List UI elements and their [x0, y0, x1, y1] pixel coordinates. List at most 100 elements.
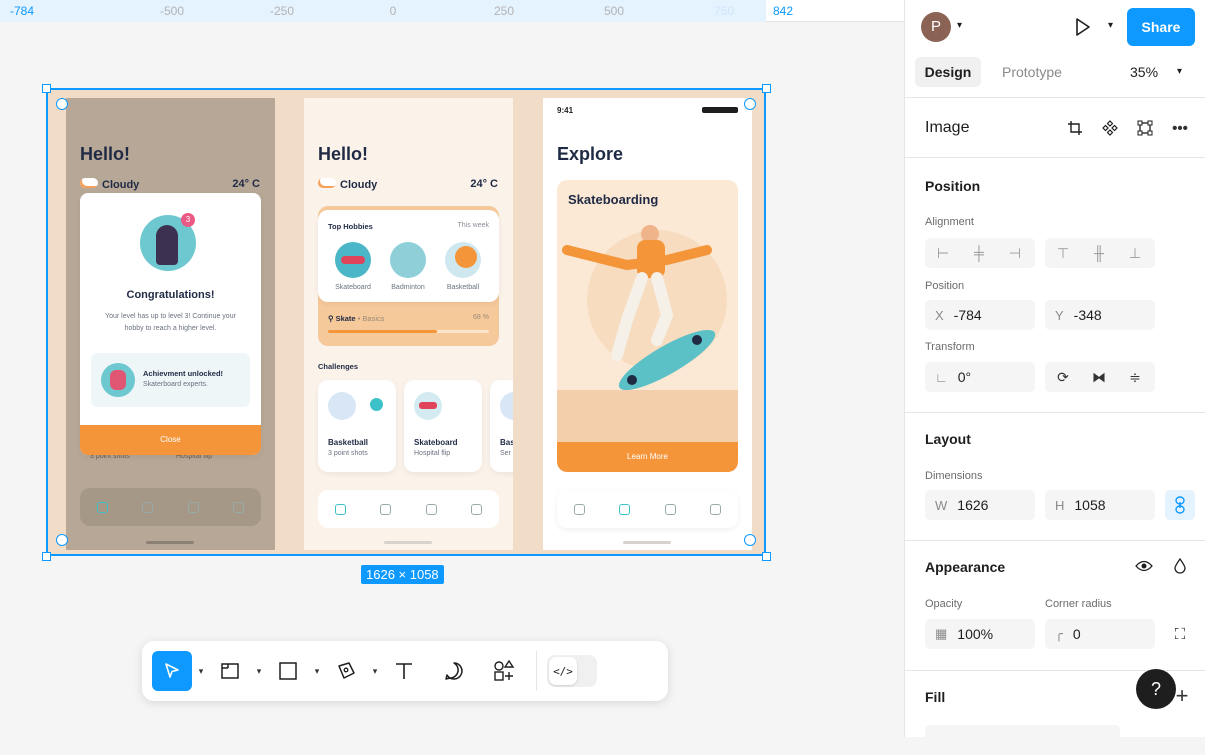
layout-section: Layout Dimensions W 1626 H 1058	[905, 412, 1205, 540]
align-right-icon[interactable]: ⊣	[997, 238, 1033, 268]
chevron-down-icon[interactable]: ▾	[192, 666, 210, 677]
alignment-label: Alignment	[925, 216, 974, 228]
progress-fill	[328, 330, 438, 333]
corner-radius-handle[interactable]	[56, 98, 68, 110]
flip-horizontal-icon[interactable]: ⧓	[1081, 362, 1117, 392]
progress-label: ⚲ Skate • Basics	[328, 314, 385, 323]
home-icon	[97, 501, 109, 513]
independent-corners-icon[interactable]: ⛶	[1163, 619, 1197, 649]
transform-group: ⟳ ⧓ ≑	[1045, 362, 1155, 392]
corner-radius-handle[interactable]	[744, 534, 756, 546]
width-field[interactable]: W 1626	[925, 490, 1035, 520]
angle-icon: ∟	[935, 369, 948, 385]
opacity-icon: ▦	[935, 626, 948, 641]
play-icon[interactable]	[1071, 16, 1093, 38]
phone1-navbar	[80, 488, 261, 526]
align-left-icon[interactable]: ⊢	[925, 238, 961, 268]
close-button[interactable]: Close	[80, 425, 261, 455]
ruler-right-label: 842	[773, 4, 794, 18]
constrain-proportions-toggle[interactable]	[1165, 490, 1195, 520]
frame-tool-button[interactable]	[210, 651, 250, 691]
home-indicator	[384, 541, 432, 544]
comment-tool-button[interactable]	[434, 651, 474, 691]
challenge-card[interactable]: Bas Ser	[490, 380, 513, 472]
position-heading: Position	[925, 178, 981, 194]
resize-handle[interactable]	[42, 552, 51, 561]
move-tool-button[interactable]	[152, 651, 192, 691]
canvas[interactable]: Hello! Cloudy 24° C 3 point shots Hospit…	[0, 23, 904, 737]
skateboard-icon[interactable]	[335, 242, 371, 278]
fill-row[interactable]	[925, 725, 1120, 755]
eye-icon[interactable]	[1127, 551, 1161, 581]
tab-design[interactable]: Design	[915, 57, 981, 87]
dimensions-label: Dimensions	[925, 470, 983, 482]
challenge-card[interactable]: Basketball 3 point shots	[318, 380, 396, 472]
chevron-down-icon[interactable]: ▾	[957, 20, 962, 31]
badminton-icon[interactable]	[390, 242, 426, 278]
corner-radius-field[interactable]: ╭ 0	[1045, 619, 1155, 649]
chevron-down-icon[interactable]: ▾	[1177, 66, 1182, 77]
basketball-icon	[328, 392, 356, 420]
user-icon	[187, 501, 199, 513]
align-bottom-icon[interactable]: ⊥	[1117, 238, 1153, 268]
align-center-v-icon[interactable]: ╫	[1081, 238, 1117, 268]
more-icon[interactable]: •••	[1163, 113, 1197, 143]
share-button[interactable]: Share	[1127, 8, 1195, 46]
assets-tool-button[interactable]	[484, 651, 524, 691]
tab-prototype[interactable]: Prototype	[1002, 64, 1062, 80]
ruler-selection-range	[0, 0, 766, 22]
congrats-modal: 3 Congratulations! Your level has up to …	[80, 193, 261, 455]
vector-edit-icon[interactable]	[1128, 113, 1162, 143]
achievement-subtitle: Skaterboard experts.	[143, 381, 208, 388]
this-week-dropdown[interactable]: This week	[457, 222, 489, 229]
blend-mode-icon[interactable]	[1163, 551, 1197, 581]
align-center-h-icon[interactable]: ╪	[961, 238, 997, 268]
text-tool-button[interactable]	[384, 651, 424, 691]
chevron-down-icon[interactable]: ▾	[366, 666, 384, 677]
resize-handle[interactable]	[42, 84, 51, 93]
opacity-field[interactable]: ▦ 100%	[925, 619, 1035, 649]
transform-label: Transform	[925, 341, 975, 353]
cloud-icon	[318, 178, 336, 188]
height-field[interactable]: H 1058	[1045, 490, 1155, 520]
shape-tool-button[interactable]	[268, 651, 308, 691]
zoom-level[interactable]: 35%	[1130, 64, 1158, 80]
progress-track	[328, 330, 489, 333]
challenge-card[interactable]: Skateboard Hospital flip	[404, 380, 482, 472]
cursor-icon	[165, 663, 179, 678]
x-field[interactable]: X -784	[925, 300, 1035, 330]
phone2-weather: Cloudy 24° C	[318, 178, 498, 191]
component-icon[interactable]	[1093, 113, 1127, 143]
resize-handle[interactable]	[762, 552, 771, 561]
corner-radius-label: Corner radius	[1045, 598, 1112, 610]
image-frame[interactable]: Hello! Cloudy 24° C 3 point shots Hospit…	[46, 88, 766, 556]
ruler-tick: 750	[713, 4, 735, 18]
avatar[interactable]: P	[921, 12, 951, 42]
pen-icon	[338, 662, 355, 679]
modal-title: Congratulations!	[126, 289, 215, 301]
chevron-down-icon[interactable]: ▾	[1108, 20, 1113, 31]
learn-more-button[interactable]: Learn More	[557, 442, 738, 472]
chevron-down-icon[interactable]: ▾	[308, 666, 326, 677]
pen-tool-button[interactable]	[326, 651, 366, 691]
vertical-align-group: ⊤ ╫ ⊥	[1045, 238, 1155, 268]
dev-mode-toggle[interactable]: </>	[547, 655, 597, 687]
phone1-title: Hello!	[80, 144, 131, 164]
user-icon	[664, 503, 676, 515]
crop-icon[interactable]	[1058, 113, 1092, 143]
corner-radius-handle[interactable]	[744, 98, 756, 110]
flip-vertical-icon[interactable]: ≑	[1117, 362, 1153, 392]
rotation-field[interactable]: ∟ 0°	[925, 362, 1035, 392]
basketball-icon[interactable]	[445, 242, 481, 278]
help-button[interactable]: ?	[1136, 669, 1176, 709]
hobby-label: Skateboard	[335, 284, 371, 291]
progress-percent: 68 %	[473, 314, 489, 321]
resize-handle[interactable]	[762, 84, 771, 93]
chevron-down-icon[interactable]: ▾	[250, 666, 268, 677]
corner-radius-handle[interactable]	[56, 534, 68, 546]
bottom-toolbar: ▾ ▾ ▾ ▾ </>	[142, 641, 668, 701]
phone2-navbar	[318, 490, 499, 528]
y-field[interactable]: Y -348	[1045, 300, 1155, 330]
align-top-icon[interactable]: ⊤	[1045, 238, 1081, 268]
rotate-icon[interactable]: ⟳	[1045, 362, 1081, 392]
